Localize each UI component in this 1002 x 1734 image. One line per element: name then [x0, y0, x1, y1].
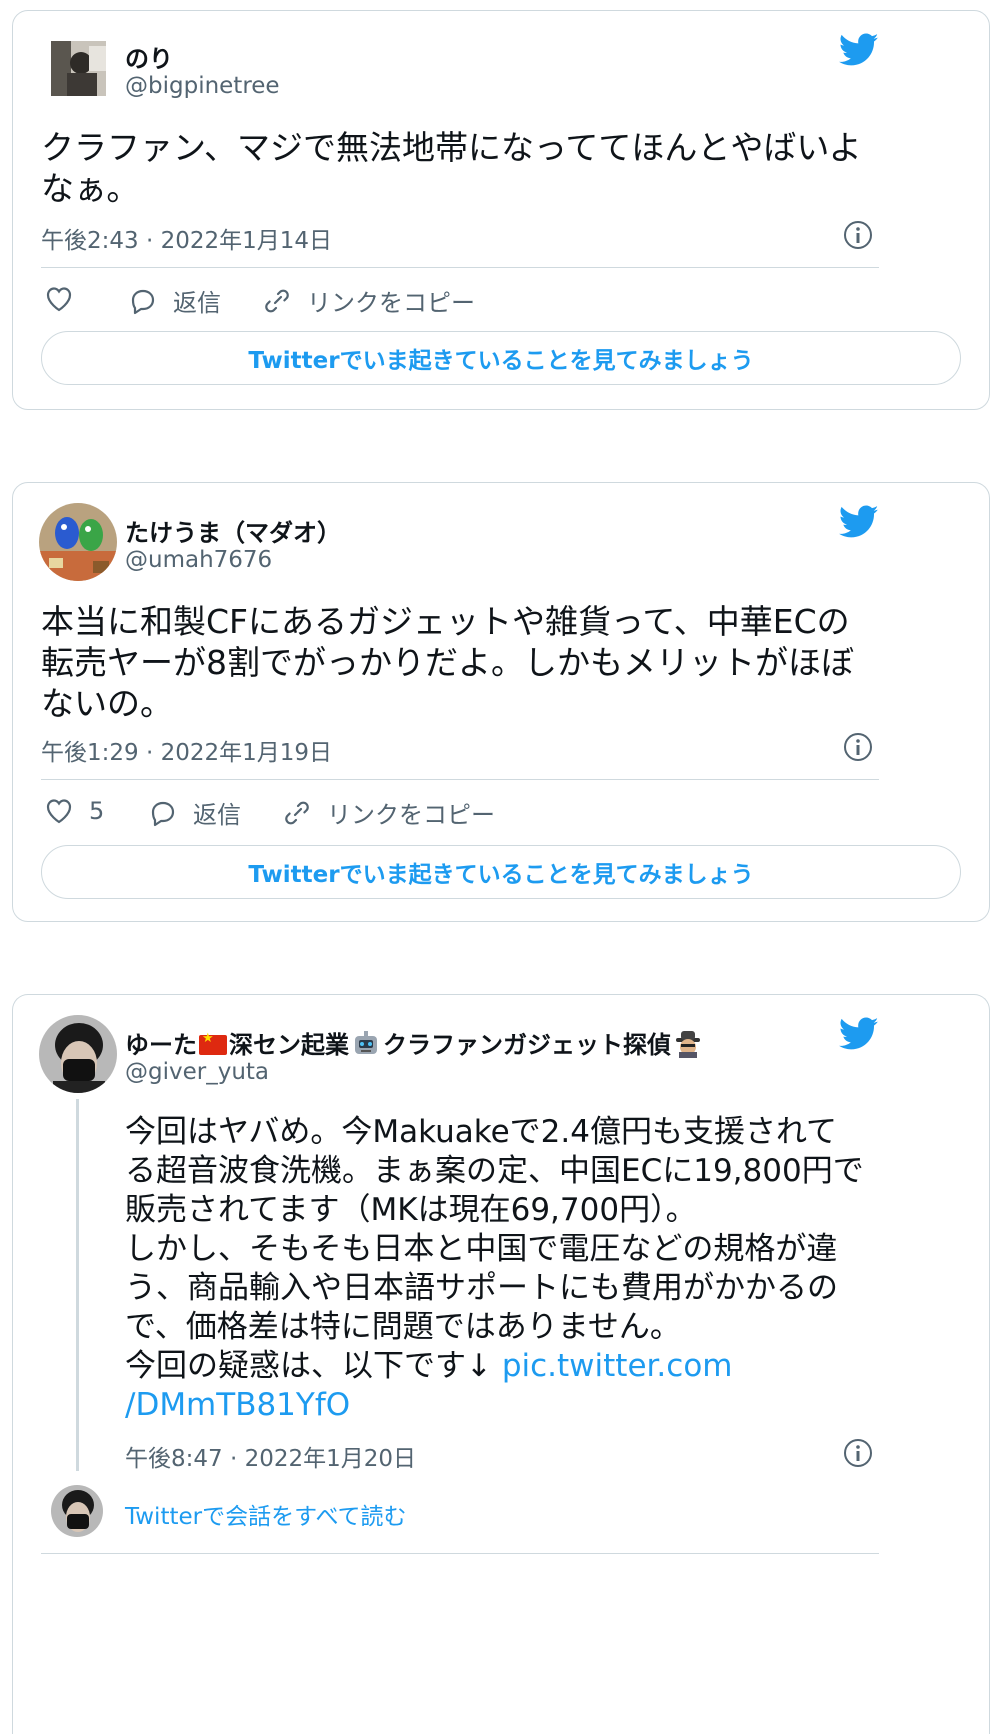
avatar[interactable]: [51, 41, 106, 96]
info-icon[interactable]: [843, 732, 873, 762]
tweet-card: ゆーた深セン起業クラファンガジェット探偵 @giver_yuta 今回はヤバめ。…: [12, 994, 990, 1734]
copy-link-button[interactable]: リンクをコピー: [281, 795, 495, 830]
reply-icon: [151, 801, 175, 826]
tweet-timestamp[interactable]: 午後8:47 · 2022年1月20日: [125, 1439, 416, 1473]
see-whats-happening-button[interactable]: Twitterでいま起きていることを見てみましょう: [41, 331, 961, 385]
tweet-timestamp[interactable]: 午後1:29 · 2022年1月19日: [41, 733, 332, 767]
like-button[interactable]: 5: [43, 795, 104, 827]
like-button[interactable]: [43, 283, 89, 315]
link-icon: [285, 801, 309, 824]
link-icon: [265, 289, 289, 312]
display-name[interactable]: たけうま（マダオ）: [125, 513, 341, 548]
heart-icon: [46, 287, 72, 312]
info-icon[interactable]: [843, 220, 873, 250]
avatar[interactable]: [39, 1015, 117, 1093]
divider: [41, 779, 879, 780]
robot-icon: [355, 1031, 377, 1054]
divider: [41, 1553, 879, 1554]
heart-icon: [46, 799, 72, 824]
user-handle[interactable]: @bigpinetree: [125, 73, 280, 99]
user-handle[interactable]: @umah7676: [125, 547, 272, 573]
read-full-conversation-link[interactable]: Twitterで会話をすべて読む: [125, 1497, 407, 1531]
like-count: 5: [89, 797, 105, 825]
display-name[interactable]: のり: [125, 39, 173, 74]
display-name[interactable]: ゆーた深セン起業クラファンガジェット探偵: [125, 1025, 705, 1060]
reply-button[interactable]: 返信: [147, 795, 241, 830]
see-whats-happening-button[interactable]: Twitterでいま起きていることを見てみましょう: [41, 845, 961, 899]
divider: [41, 267, 879, 268]
tweet-card: のり @bigpinetree クラファン、マジで無法地帯になっててほんとやばい…: [12, 10, 990, 410]
reply-icon: [131, 289, 155, 314]
tweet-text: 本当に和製CFにあるガジェットや雑貨って、中華ECの転売ヤーが8割でがっかりだよ…: [41, 602, 854, 723]
small-avatar[interactable]: [51, 1485, 103, 1537]
tweet-text: 今回はヤバめ。今Makuakeで2.4億円も支援されて る超音波食洗機。まぁ案の…: [125, 1114, 864, 1423]
reply-label: 返信: [173, 289, 221, 317]
info-icon[interactable]: [843, 1438, 873, 1468]
twitter-bird-icon[interactable]: [839, 33, 879, 67]
detective-icon: [676, 1031, 700, 1058]
reply-label: 返信: [193, 801, 241, 829]
pic-link-continued[interactable]: /DMmTB81YfO: [125, 1387, 350, 1423]
reply-button[interactable]: 返信: [127, 283, 221, 318]
pic-link[interactable]: pic.twitter.com: [502, 1348, 733, 1384]
copy-link-label: リンクをコピー: [307, 289, 475, 317]
twitter-bird-icon[interactable]: [839, 1017, 879, 1051]
twitter-bird-icon[interactable]: [839, 505, 879, 539]
copy-link-label: リンクをコピー: [327, 801, 495, 829]
tweet-text: クラファン、マジで無法地帯になっててほんとやばいよなぁ。: [41, 128, 862, 208]
tweet-timestamp[interactable]: 午後2:43 · 2022年1月14日: [41, 221, 332, 255]
china-flag-icon: [199, 1031, 227, 1055]
user-handle[interactable]: @giver_yuta: [125, 1059, 269, 1085]
thread-line: [76, 1099, 79, 1471]
copy-link-button[interactable]: リンクをコピー: [261, 283, 475, 318]
avatar[interactable]: [39, 503, 117, 581]
tweet-card: たけうま（マダオ） @umah7676 本当に和製CFにあるガジェットや雑貨って…: [12, 482, 990, 922]
